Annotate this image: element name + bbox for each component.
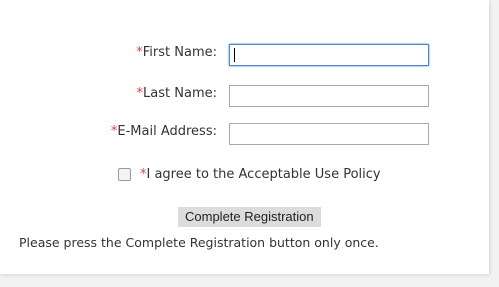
last-name-label-text: Last Name: [143, 86, 217, 101]
agree-label: *I agree to the Acceptable Use Policy [140, 167, 381, 182]
email-label: *E-Mail Address: [111, 124, 217, 139]
agree-checkbox[interactable] [118, 168, 131, 181]
first-name-label-text: First Name: [142, 45, 217, 60]
complete-registration-button[interactable]: Complete Registration [178, 207, 321, 227]
submit-note: Please press the Complete Registration b… [19, 235, 379, 250]
email-label-text: E-Mail Address: [117, 124, 217, 139]
first-name-input[interactable] [229, 44, 429, 66]
first-name-label: *First Name: [136, 45, 217, 60]
text-caret [234, 48, 235, 62]
agree-label-text: I agree to the Acceptable Use Policy [146, 167, 381, 182]
last-name-label: *Last Name: [137, 86, 217, 101]
email-input[interactable] [229, 123, 429, 145]
last-name-input[interactable] [229, 85, 429, 107]
registration-panel: *First Name: *Last Name: *E-Mail Address… [0, 0, 489, 274]
